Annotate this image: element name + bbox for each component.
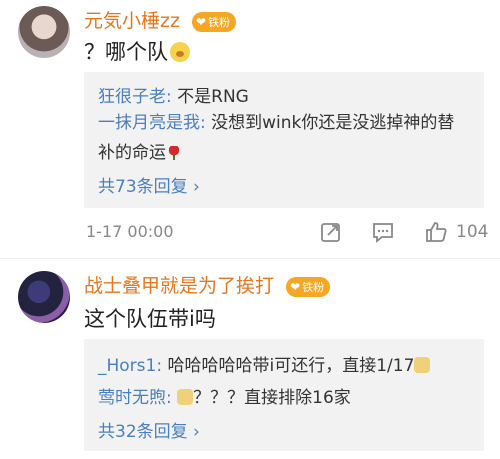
heart-icon: ❤ [290,279,301,294]
like-count: 104 [456,222,489,242]
reply-item[interactable]: _Hors1: 哈哈哈哈哈带i可还行，直接1/17 [98,351,431,376]
reply-text: 不是RNG [177,87,249,107]
timestamp: 1-17 00:00 [86,222,174,241]
reply-text: ？？？直接排除16家 [193,388,351,408]
username-label[interactable]: 战士叠甲就是为了挨打 [84,275,274,297]
username-label[interactable]: 元気小棰zz [84,10,180,32]
heart-icon: ❤ [196,14,207,29]
reply-item[interactable]: 莺时无煦: ？？？直接排除16家 [98,383,351,408]
badge-label: 铁粉 [302,280,325,294]
reply-separator: : [156,356,168,376]
reply-username[interactable]: 狂很子老 [98,87,166,107]
reply-box[interactable]: 狂很子老: 不是RNG 一抹月亮是我: 没想到wink你还是没逃掉神的替补的命运… [84,72,484,208]
more-replies-link[interactable]: 共73条回复 › [98,172,200,197]
share-icon[interactable] [320,221,342,243]
reply-item[interactable]: 一抹月亮是我: 没想到wink你还是没逃掉神的替补的命运 [98,108,468,168]
avatar[interactable] [18,6,70,58]
comment-icon[interactable] [372,221,394,243]
username[interactable]: 元気小棰zz ❤ 铁粉 [84,6,237,33]
comment-text: ？哪个队 [84,36,190,66]
reply-username[interactable]: 一抹月亮是我 [98,113,200,133]
more-replies-link[interactable]: 共32条回复 › [98,417,200,442]
avatar[interactable] [18,271,70,323]
reply-separator: : [166,87,178,107]
comment-item: 元気小棰zz ❤ 铁粉 ？哪个队 狂很子老: 不是RNG 一抹月亮是我: 没想到w… [0,0,500,258]
reply-username[interactable]: 莺时无煦 [98,388,166,408]
reply-separator: : [166,388,178,408]
cat-emoji-icon [177,389,194,405]
fan-badge: ❤ 铁粉 [286,276,331,297]
reply-item[interactable]: 狂很子老: 不是RNG [98,82,249,107]
reply-box[interactable]: _Hors1: 哈哈哈哈哈带i可还行，直接1/17 莺时无煦: ？？？直接排除1… [84,339,484,451]
comment-text: 这个队伍带i吗 [84,307,216,331]
fan-badge: ❤ 铁粉 [192,11,237,32]
reply-text: 哈哈哈哈哈带i可还行，直接1/17 [167,356,415,376]
username[interactable]: 战士叠甲就是为了挨打 ❤ 铁粉 [84,271,331,298]
cat-emoji-icon [414,357,431,373]
thumbs-up-icon[interactable] [425,221,447,243]
emoji-icon [170,42,190,62]
comment-item: 战士叠甲就是为了挨打 ❤ 铁粉 这个队伍带i吗 _Hors1: 哈哈哈哈哈带i可还… [0,259,500,459]
badge-label: 铁粉 [208,15,231,29]
reply-username[interactable]: _Hors1 [98,356,156,376]
comment-text-label: ？哪个队 [84,40,168,64]
rose-icon [168,146,180,160]
reply-separator: : [200,113,212,133]
